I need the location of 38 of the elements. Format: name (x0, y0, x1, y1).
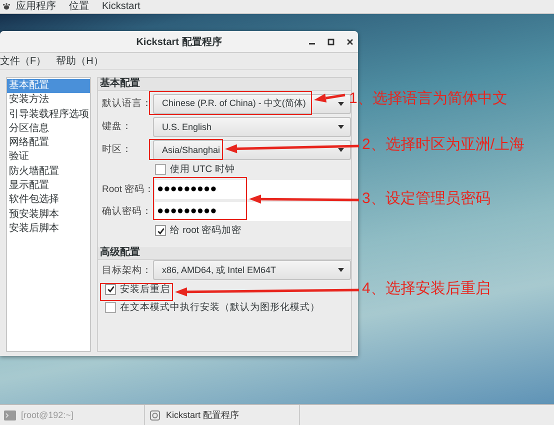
field-label: 默认语言： (102, 97, 153, 110)
field-label: Root 密码： (102, 182, 153, 196)
menu-item[interactable]: 文件（F） (0, 54, 46, 68)
password-field[interactable]: ●●●●●●●●● (155, 202, 351, 220)
annotation-text: 3、设定管理员密码 (362, 190, 490, 208)
checkbox-label: 安装后重启 (120, 282, 170, 296)
sidebar-item[interactable]: 软件包选择 (7, 193, 90, 208)
password-field[interactable]: ●●●●●●●●● (155, 180, 351, 198)
top-menu[interactable]: Kickstart (102, 0, 140, 12)
annotation-text: 4、选择安装后重启 (362, 280, 490, 298)
sidebar-item[interactable]: 安装方法 (7, 93, 90, 108)
sidebar-item[interactable]: 验证 (7, 150, 90, 165)
checkbox-label: 使用 UTC 时钟 (170, 163, 235, 176)
sidebar-item[interactable]: 防火墙配置 (7, 164, 90, 180)
top-menu[interactable]: 应用程序 (16, 0, 56, 12)
menu-item[interactable]: 帮助（H） (56, 54, 104, 68)
sidebar-item[interactable]: 预安装脚本 (7, 208, 90, 222)
taskbar-item[interactable]: Kickstart 配置程序 (145, 405, 300, 425)
sidebar-item[interactable]: 安装后脚本 (7, 222, 90, 236)
sidebar-item[interactable]: 显示配置 (7, 179, 90, 194)
sidebar-item[interactable]: 引导装载程序选项 (7, 108, 90, 122)
top-menu[interactable]: 位置 (69, 0, 89, 12)
section-title: 基本配置 (98, 78, 351, 91)
dropdown[interactable]: Chinese (P.R. of China) - 中文(简体) (153, 94, 351, 114)
field-label: 键盘： (102, 120, 133, 133)
checkbox-label: 在文本模式中执行安装（默认为图形化模式） (120, 300, 320, 314)
field-label: 时区： (102, 143, 133, 156)
section-title: 高级配置 (98, 247, 351, 260)
sidebar-item[interactable]: 网络配置 (7, 136, 90, 150)
dropdown[interactable]: U.S. English (153, 116, 351, 136)
field-label: 目标架构： (102, 264, 153, 276)
field-label: 确认密码： (102, 204, 153, 218)
annotation-text: 2、选择时区为亚洲/上海 (362, 136, 525, 154)
sidebar-item[interactable]: 分区信息 (7, 122, 90, 136)
window-title: Kickstart 配置程序 (136, 35, 222, 48)
annotation-text: 1、选择语言为简体中文 (349, 90, 508, 108)
dropdown[interactable]: x86, AMD64, 或 Intel EM64T (153, 260, 351, 280)
checkbox-label: 给 root 密码加密 (170, 224, 242, 237)
